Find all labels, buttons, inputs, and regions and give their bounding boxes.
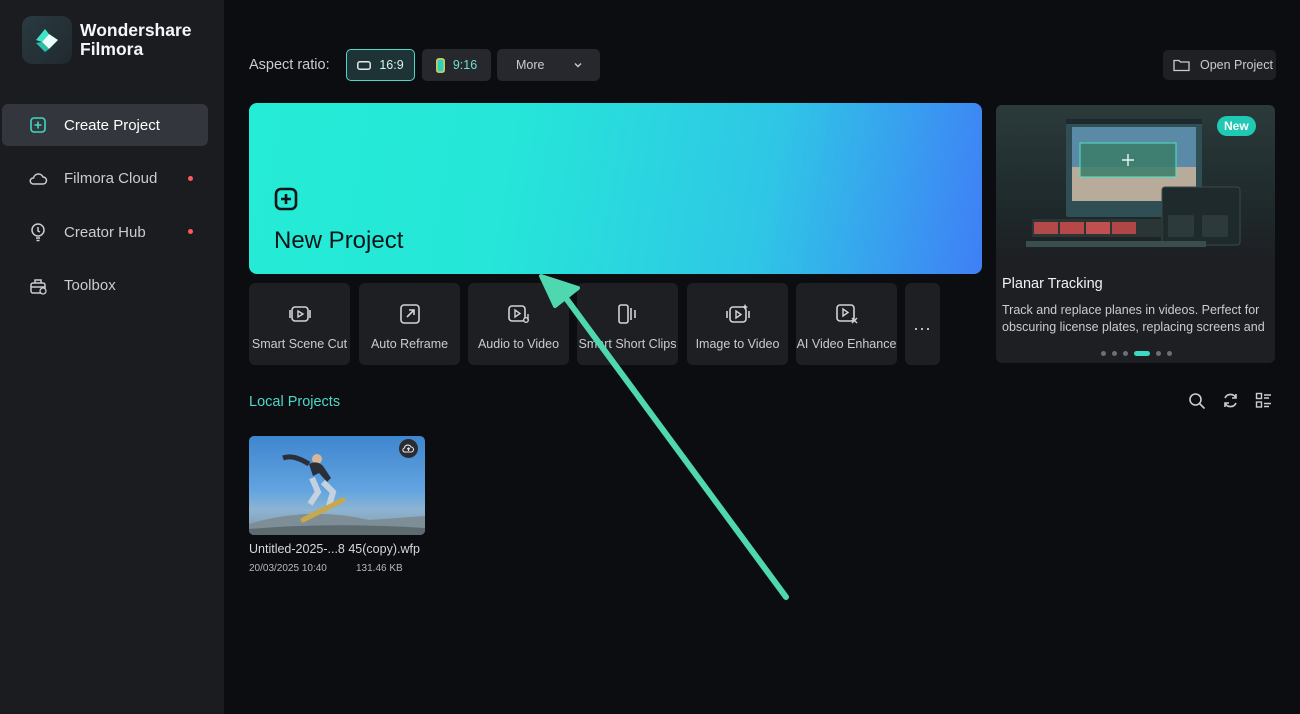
feature-description: Track and replace planes in videos. Perf…	[1002, 303, 1265, 334]
carousel-dot[interactable]	[1112, 351, 1117, 356]
smart-short-clips-icon	[577, 303, 678, 325]
carousel-dot-active[interactable]	[1134, 351, 1150, 356]
tool-label: Image to Video	[695, 337, 780, 351]
sidebar-item-create-project[interactable]: Create Project	[2, 104, 208, 146]
cloud-upload-icon[interactable]	[399, 439, 418, 458]
more-tools-button[interactable]: ...	[905, 283, 940, 365]
aspect-16-9-button[interactable]: 16:9	[346, 49, 415, 81]
feature-card[interactable]: New Planar Tracking Track and replace pl…	[996, 105, 1275, 363]
auto-reframe-icon	[359, 303, 460, 325]
plus-square-icon	[28, 115, 48, 135]
ai-video-enhance-icon	[796, 303, 897, 325]
brand-name: Wondershare	[80, 20, 192, 40]
open-project-button[interactable]: Open Project	[1163, 50, 1276, 80]
tool-image-to-video[interactable]: Image to Video	[687, 283, 788, 365]
image-to-video-icon	[687, 303, 788, 325]
local-projects-title: Local Projects	[249, 394, 341, 410]
open-project-label: Open Project	[1200, 58, 1273, 72]
portrait-ratio-icon	[435, 57, 445, 73]
carousel-dot[interactable]	[1156, 351, 1161, 356]
more-label: More	[516, 58, 545, 72]
carousel-dot[interactable]	[1167, 351, 1172, 356]
toolbox-icon	[28, 276, 48, 296]
carousel-dot[interactable]	[1123, 351, 1128, 356]
sidebar-item-toolbox[interactable]: Toolbox	[2, 265, 208, 307]
refresh-icon[interactable]	[1222, 392, 1239, 414]
aspect-9-16-label: 9:16	[452, 58, 478, 72]
tool-label: Audio to Video	[477, 337, 560, 351]
cloud-icon	[28, 169, 48, 189]
list-view-icon[interactable]	[1255, 392, 1272, 414]
new-badge: New	[1217, 116, 1256, 136]
feature-preview-image: New	[996, 105, 1275, 260]
tool-audio-to-video[interactable]: Audio to Video	[468, 283, 569, 365]
sidebar-item-label: Filmora Cloud	[64, 170, 158, 187]
sidebar-item-filmora-cloud[interactable]: Filmora Cloud	[2, 158, 208, 200]
project-size: 131.46 KB	[356, 563, 403, 574]
tool-label: AI Video Enhance	[796, 337, 897, 351]
tool-label: Auto Reframe	[370, 337, 449, 351]
sidebar-item-label: Toolbox	[64, 277, 116, 294]
brand-product: Filmora	[80, 39, 144, 59]
sidebar: Wondershare Filmora Create Project Filmo…	[0, 0, 224, 714]
search-icon[interactable]	[1188, 392, 1206, 415]
sidebar-item-label: Creator Hub	[64, 223, 146, 241]
carousel-dots[interactable]	[1101, 351, 1178, 356]
carousel-dot[interactable]	[1101, 351, 1106, 356]
sidebar-item-creator-hub[interactable]: Creator Hub	[2, 211, 208, 253]
project-thumbnail[interactable]	[249, 436, 425, 535]
new-project-card[interactable]: New Project	[249, 103, 982, 274]
notification-dot	[188, 229, 193, 234]
chevron-down-icon	[573, 59, 583, 73]
sidebar-nav: Create Project Filmora Cloud Creator Hub…	[0, 104, 224, 318]
smart-scene-cut-icon	[249, 303, 350, 325]
brand: Wondershare Filmora	[22, 16, 192, 64]
sidebar-item-label: Create Project	[64, 116, 160, 134]
plus-square-icon	[274, 187, 298, 216]
tool-smart-scene-cut[interactable]: Smart Scene Cut	[249, 283, 350, 365]
aspect-16-9-label: 16:9	[379, 58, 404, 72]
folder-icon	[1173, 58, 1190, 72]
feature-title: Planar Tracking	[1002, 276, 1103, 292]
landscape-ratio-icon	[357, 60, 372, 70]
aspect-9-16-button[interactable]: 9:16	[422, 49, 491, 81]
audio-to-video-icon	[468, 303, 569, 325]
tool-label: Smart Scene Cut	[251, 337, 348, 351]
tool-auto-reframe[interactable]: Auto Reframe	[359, 283, 460, 365]
project-date: 20/03/2025 10:40	[249, 563, 327, 574]
new-project-label: New Project	[274, 227, 404, 254]
project-name[interactable]: Untitled-2025-...8 45(copy).wfp	[249, 542, 420, 556]
tool-label: Smart Short Clips	[578, 337, 677, 351]
lightbulb-icon	[28, 222, 48, 242]
tool-ai-video-enhance[interactable]: AI Video Enhance	[796, 283, 897, 365]
notification-dot	[188, 175, 193, 181]
filmora-logo-icon	[22, 16, 72, 64]
tool-smart-short-clips[interactable]: Smart Short Clips	[577, 283, 678, 365]
more-ratios-dropdown[interactable]: More	[497, 49, 600, 81]
aspect-ratio-label: Aspect ratio:	[249, 57, 330, 73]
